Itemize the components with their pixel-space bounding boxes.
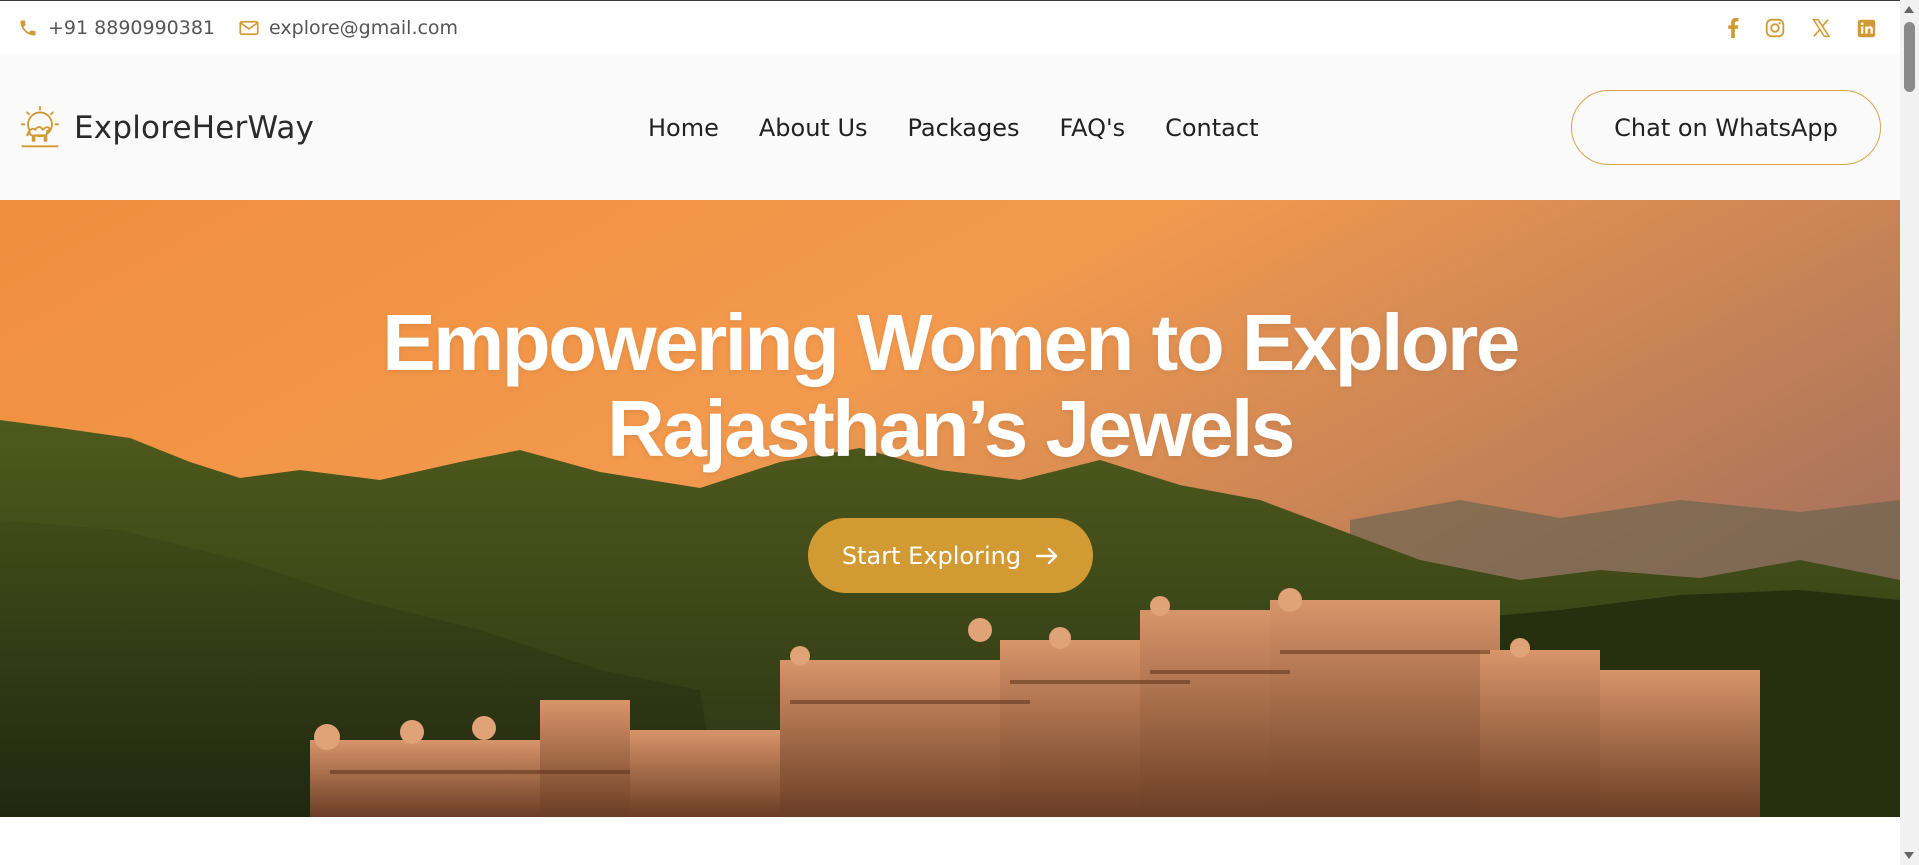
- hero-section: Empowering Women to Explore Rajasthan’s …: [0, 200, 1900, 817]
- instagram-icon[interactable]: [1765, 18, 1785, 38]
- x-icon[interactable]: [1811, 18, 1831, 38]
- nav-about-us[interactable]: About Us: [759, 114, 868, 142]
- nav-packages[interactable]: Packages: [908, 114, 1020, 142]
- social-links: [1727, 18, 1882, 38]
- main-nav: Home About Us Packages FAQ's Contact: [648, 55, 1258, 200]
- nav-contact[interactable]: Contact: [1165, 114, 1258, 142]
- arrow-right-icon: [1035, 547, 1058, 564]
- linkedin-icon[interactable]: [1857, 19, 1876, 38]
- mail-icon: [239, 20, 259, 36]
- nav-home[interactable]: Home: [648, 114, 719, 142]
- hero-background-image: [0, 200, 1900, 817]
- top-contact-bar: +91 8890990381 explore@gmail.com: [0, 0, 1900, 55]
- email-contact[interactable]: explore@gmail.com: [239, 17, 458, 39]
- chat-on-whatsapp-button[interactable]: Chat on WhatsApp: [1571, 90, 1881, 165]
- hero-title-line-2: Rajasthan’s Jewels: [607, 384, 1295, 473]
- camel-logo-icon: [18, 105, 62, 150]
- phone-number: +91 8890990381: [48, 17, 216, 39]
- hero-title-line-1: Empowering Women to Explore: [382, 298, 1520, 387]
- site-header: ExploreHerWay Home About Us Packages FAQ…: [0, 55, 1900, 200]
- facebook-icon[interactable]: [1727, 18, 1739, 38]
- scroll-up-arrow[interactable]: [1904, 6, 1914, 13]
- start-exploring-label: Start Exploring: [841, 541, 1022, 570]
- scroll-thumb[interactable]: [1904, 22, 1915, 92]
- hero-title: Empowering Women to Explore Rajasthan’s …: [0, 300, 1900, 472]
- phone-contact[interactable]: +91 8890990381: [18, 17, 215, 39]
- scroll-down-arrow[interactable]: [1904, 852, 1914, 859]
- email-address: explore@gmail.com: [269, 17, 459, 39]
- start-exploring-button[interactable]: Start Exploring: [808, 518, 1093, 593]
- nav-faqs[interactable]: FAQ's: [1060, 114, 1126, 142]
- brand-logo-link[interactable]: ExploreHerWay: [18, 105, 315, 150]
- brand-name: ExploreHerWay: [74, 109, 315, 146]
- phone-icon: [20, 20, 36, 36]
- page-scrollbar[interactable]: [1900, 0, 1919, 865]
